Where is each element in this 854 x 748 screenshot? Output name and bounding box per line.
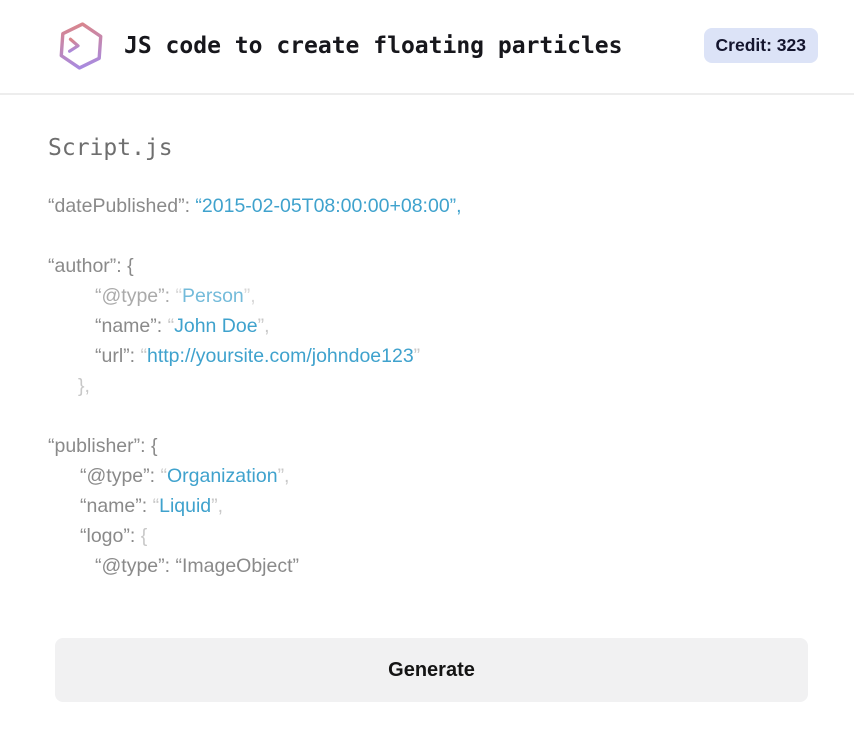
- credit-badge: Credit: 323: [703, 27, 818, 64]
- code-line: “publisher”: {: [48, 431, 808, 461]
- terminal-hexagon-icon: [55, 20, 107, 72]
- code-token: Organization: [166, 465, 278, 487]
- code-token: ”,: [277, 465, 290, 487]
- code-token: “name”:: [80, 495, 153, 517]
- code-line: “author”: {: [48, 251, 808, 281]
- page-title: JS code to create floating particles: [124, 32, 623, 59]
- code-line: },: [48, 371, 808, 401]
- code-token: ”,: [257, 315, 270, 337]
- code-token: “logo”:: [80, 525, 141, 547]
- code-line: “url”: “http://yoursite.com/johndoe123”: [48, 341, 808, 371]
- code-token: },: [78, 375, 90, 397]
- code-line: “@type”: “ImageObject”: [48, 551, 808, 581]
- code-token: Liquid: [159, 495, 212, 517]
- code-block: “datePublished”: “2015-02-05T08:00:00+08…: [48, 191, 808, 581]
- code-line: “name”: “Liquid”,: [48, 491, 808, 521]
- code-line: “datePublished”: “2015-02-05T08:00:00+08…: [48, 191, 808, 221]
- code-token: “@type”: “ImageObject”: [95, 555, 300, 577]
- code-token: “2015-02-05T08:00:00+08:00”,: [195, 195, 462, 217]
- code-token: {: [140, 525, 148, 547]
- code-token: “url”:: [95, 345, 141, 367]
- script-filename: Script.js: [48, 135, 173, 161]
- code-token: “name”:: [95, 315, 168, 337]
- code-token: Person: [181, 285, 244, 307]
- code-token: ”: [413, 345, 421, 367]
- code-token: “@type”:: [95, 285, 176, 307]
- generate-button[interactable]: Generate: [55, 638, 808, 702]
- code-token: “@type”:: [80, 465, 161, 487]
- code-token: ”,: [211, 495, 224, 517]
- code-line: “logo”: {: [48, 521, 808, 551]
- code-token: “datePublished”:: [48, 195, 196, 217]
- app-header: JS code to create floating particles Cre…: [0, 0, 854, 95]
- code-token: “publisher”: {: [48, 435, 158, 457]
- code-token: http://yoursite.com/johndoe123: [147, 345, 414, 367]
- code-line: “name”: “John Doe”,: [48, 311, 808, 341]
- code-line: “@type”: “Organization”,: [48, 461, 808, 491]
- code-line: “@type”: “Person”,: [48, 281, 808, 311]
- code-token: ”,: [243, 285, 256, 307]
- code-token: John Doe: [174, 315, 258, 337]
- code-token: “author”: {: [48, 255, 134, 277]
- main-content: Script.js “datePublished”: “2015-02-05T0…: [0, 95, 854, 581]
